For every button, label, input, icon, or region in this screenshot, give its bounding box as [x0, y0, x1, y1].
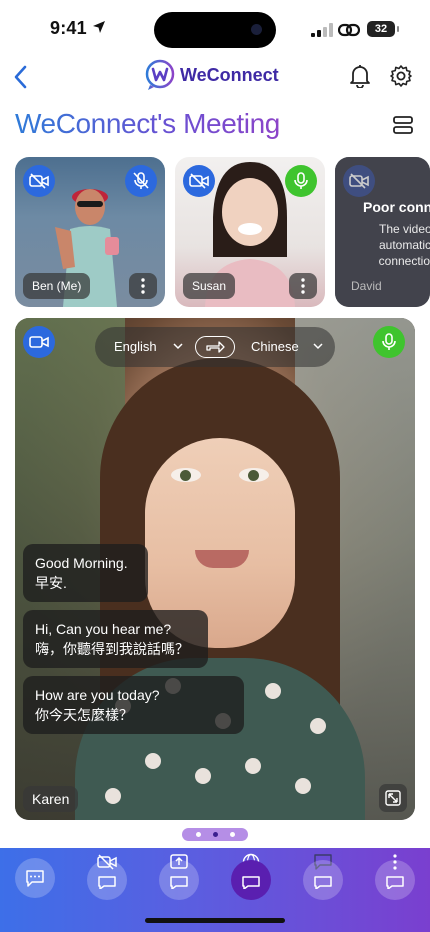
swap-arrow-icon	[206, 341, 225, 353]
mic-active-icon[interactable]	[285, 165, 317, 197]
caption-bubble: Good Morning. 早安.	[23, 544, 148, 602]
caption-chinese: 你今天怎麼樣？	[35, 707, 133, 723]
expand-icon	[385, 790, 401, 806]
weconnect-logo-icon	[145, 59, 175, 90]
page-dot-active[interactable]	[212, 832, 218, 837]
language-selector: English Chinese	[95, 327, 335, 367]
chat-icon	[170, 876, 188, 889]
poor-connection-overlay: Poor conne The video wil automatically c…	[335, 157, 430, 307]
participant-tile-ben[interactable]: Ben (Me)	[15, 157, 165, 307]
more-options-button[interactable]	[129, 273, 157, 299]
caption-chinese: 早安.	[35, 575, 67, 591]
notification-bell-icon[interactable]	[349, 64, 371, 88]
fullscreen-button[interactable]	[379, 784, 407, 812]
participant-name: Susan	[183, 273, 236, 299]
caption-english: Good Morning.	[35, 555, 128, 571]
chat-icon	[242, 876, 260, 889]
status-bar: 9:41 32	[0, 0, 430, 56]
chat-button[interactable]	[15, 858, 55, 898]
main-video[interactable]: English Chinese Good Morning. 早安. Hi, Ca…	[15, 318, 415, 820]
participant-tile-susan[interactable]: Susan	[175, 157, 325, 307]
translate-chat-button[interactable]	[231, 860, 271, 900]
video-off-icon[interactable]	[183, 165, 215, 197]
mic-active-icon[interactable]	[373, 326, 405, 358]
app-logo: WeConnect	[144, 59, 286, 93]
vertical-dots-icon	[301, 278, 305, 294]
participant-name: David	[351, 279, 382, 293]
camera-icon[interactable]	[23, 326, 55, 358]
caption-bubble: How are you today? 你今天怎麼樣？	[23, 676, 244, 734]
chevron-down-icon[interactable]	[172, 341, 184, 351]
chat-icon	[26, 870, 44, 887]
layout-toggle-icon[interactable]	[392, 115, 414, 135]
video-off-icon[interactable]	[23, 165, 55, 197]
battery-indicator: 32	[367, 21, 399, 37]
dynamic-island	[154, 12, 276, 48]
swap-language-button[interactable]	[195, 336, 235, 358]
home-indicator[interactable]	[145, 918, 285, 923]
caption-chinese: 嗨，你聽得到我說話嗎？	[35, 641, 189, 657]
chevron-down-icon[interactable]	[312, 341, 324, 351]
video-off-icon	[343, 165, 375, 197]
nav-bar: WeConnect	[0, 56, 430, 100]
page-title: WeConnect's Meeting	[15, 108, 280, 139]
location-arrow-icon	[93, 21, 105, 33]
source-language-dropdown[interactable]: English	[114, 339, 157, 354]
chat-icon	[98, 876, 116, 889]
app-name: WeConnect	[180, 65, 279, 85]
page-dot[interactable]	[195, 832, 201, 837]
caption-bubble: Hi, Can you hear me? 嗨，你聽得到我說話嗎？	[23, 610, 208, 668]
caption-english: How are you today?	[35, 687, 160, 703]
chat-icon	[386, 876, 404, 889]
status-time: 9:41	[50, 18, 87, 38]
signal-icon	[311, 23, 333, 37]
chat-button[interactable]	[87, 860, 127, 900]
back-chevron-icon[interactable]	[10, 63, 34, 91]
target-language-dropdown[interactable]: Chinese	[251, 339, 299, 354]
settings-gear-icon[interactable]	[389, 64, 413, 88]
page-indicator[interactable]	[182, 828, 248, 841]
chat-button[interactable]	[303, 860, 343, 900]
chat-icon	[314, 876, 332, 889]
poor-connection-message: The video wil automatically connection i…	[378, 222, 430, 268]
more-options-button[interactable]	[289, 273, 317, 299]
chat-button[interactable]	[375, 860, 415, 900]
link-icon	[338, 23, 360, 37]
mic-muted-icon[interactable]	[125, 165, 157, 197]
participant-tile-david[interactable]: Poor conne The video wil automatically c…	[335, 157, 430, 307]
speaker-name: Karen	[23, 786, 79, 812]
chat-button[interactable]	[159, 860, 199, 900]
caption-english: Hi, Can you hear me?	[35, 621, 172, 637]
page-dot[interactable]	[229, 832, 235, 837]
participant-name: Ben (Me)	[23, 273, 91, 299]
vertical-dots-icon	[141, 278, 145, 294]
poor-connection-title: Poor conne	[363, 199, 430, 215]
